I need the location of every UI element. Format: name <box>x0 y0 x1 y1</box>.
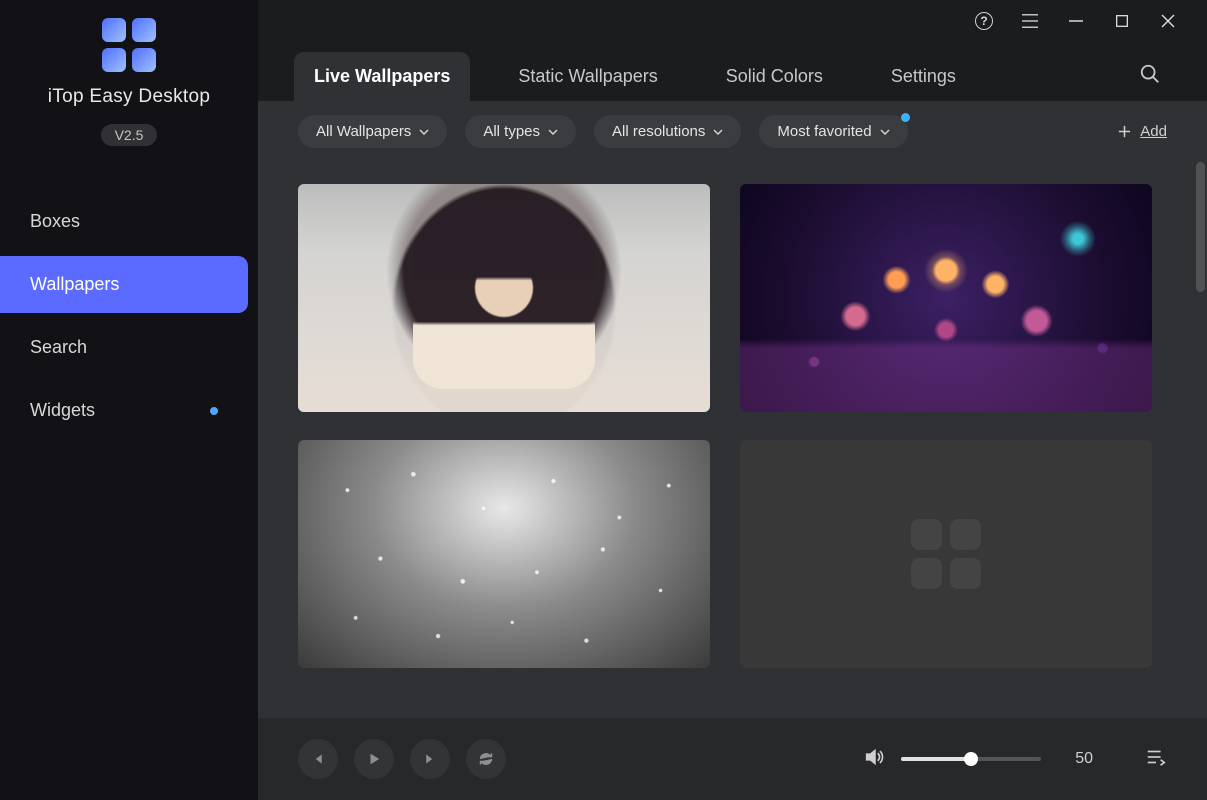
chevron-down-icon <box>880 129 890 135</box>
chevron-down-icon <box>548 129 558 135</box>
version-badge: V2.5 <box>101 124 158 146</box>
wallpaper-gallery <box>298 184 1169 668</box>
next-button[interactable] <box>410 739 450 779</box>
sidebar-item-search[interactable]: Search <box>0 319 248 376</box>
plus-icon <box>1117 124 1132 139</box>
filter-resolution-label: All resolutions <box>612 123 705 140</box>
notification-dot-icon <box>901 113 910 122</box>
app-name: iTop Easy Desktop <box>48 86 210 108</box>
titlebar: ? <box>258 0 1207 42</box>
wallpaper-card-placeholder[interactable] <box>740 440 1152 668</box>
player-bar: 50 <box>258 718 1207 800</box>
add-button[interactable]: Add <box>1117 123 1167 140</box>
sidebar-item-label: Widgets <box>30 400 95 421</box>
tab-settings[interactable]: Settings <box>871 52 976 101</box>
playlist-button[interactable] <box>1109 746 1167 773</box>
sidebar-item-label: Wallpapers <box>30 274 119 295</box>
volume-icon <box>863 746 885 768</box>
wallpaper-card[interactable] <box>298 184 710 412</box>
main-area: ? Live Wallpapers Static Wallpapers Soli… <box>258 0 1207 800</box>
hamburger-icon <box>1021 13 1039 29</box>
wallpaper-card[interactable] <box>298 440 710 668</box>
sidebar-item-wallpapers[interactable]: Wallpapers <box>0 256 248 313</box>
skip-prev-icon <box>312 753 324 765</box>
placeholder-tiles-icon <box>911 519 981 589</box>
sidebar: iTop Easy Desktop V2.5 Boxes Wallpapers … <box>0 0 258 800</box>
volume-slider-fill <box>901 757 971 761</box>
maximize-button[interactable] <box>1113 12 1131 30</box>
content-panel: All Wallpapers All types All resolutions… <box>258 101 1207 800</box>
app-window: iTop Easy Desktop V2.5 Boxes Wallpapers … <box>0 0 1207 800</box>
close-icon <box>1159 12 1177 30</box>
menu-button[interactable] <box>1021 12 1039 30</box>
filter-bar: All Wallpapers All types All resolutions… <box>258 101 1207 154</box>
filter-sort[interactable]: Most favorited <box>759 115 907 148</box>
play-button[interactable] <box>354 739 394 779</box>
search-icon <box>1139 63 1161 85</box>
wallpaper-card[interactable] <box>740 184 1152 412</box>
tab-solid-colors[interactable]: Solid Colors <box>706 52 843 101</box>
tab-bar: Live Wallpapers Static Wallpapers Solid … <box>258 42 1207 101</box>
volume-button[interactable] <box>863 746 885 773</box>
volume-slider[interactable] <box>901 757 1041 761</box>
sidebar-nav: Boxes Wallpapers Search Widgets <box>0 190 258 442</box>
search-button[interactable] <box>1139 63 1171 90</box>
sidebar-item-widgets[interactable]: Widgets <box>0 382 248 439</box>
chevron-down-icon <box>419 129 429 135</box>
filter-category-label: All Wallpapers <box>316 123 411 140</box>
filter-sort-label: Most favorited <box>777 123 871 140</box>
help-button[interactable]: ? <box>975 12 993 30</box>
tab-static-wallpapers[interactable]: Static Wallpapers <box>498 52 677 101</box>
gallery-wrap <box>258 154 1207 718</box>
add-label: Add <box>1140 123 1167 140</box>
close-button[interactable] <box>1159 12 1177 30</box>
app-logo-icon <box>102 18 156 72</box>
play-icon <box>367 752 381 766</box>
sidebar-item-label: Search <box>30 337 87 358</box>
volume-value: 50 <box>1057 750 1093 768</box>
filter-type[interactable]: All types <box>465 115 576 148</box>
help-icon: ? <box>975 12 993 30</box>
sidebar-item-boxes[interactable]: Boxes <box>0 193 248 250</box>
minimize-button[interactable] <box>1067 12 1085 30</box>
volume-slider-thumb[interactable] <box>964 752 978 766</box>
maximize-icon <box>1114 13 1130 29</box>
scrollbar-thumb[interactable] <box>1196 162 1205 292</box>
notification-dot-icon <box>210 407 218 415</box>
filter-type-label: All types <box>483 123 540 140</box>
loop-button[interactable] <box>466 739 506 779</box>
loop-icon <box>478 751 494 767</box>
playlist-icon <box>1145 746 1167 768</box>
sidebar-item-label: Boxes <box>30 211 80 232</box>
skip-next-icon <box>424 753 436 765</box>
filter-resolution[interactable]: All resolutions <box>594 115 741 148</box>
minimize-icon <box>1067 12 1085 30</box>
logo-block: iTop Easy Desktop V2.5 <box>0 18 258 146</box>
chevron-down-icon <box>713 129 723 135</box>
filter-category[interactable]: All Wallpapers <box>298 115 447 148</box>
prev-button[interactable] <box>298 739 338 779</box>
tab-live-wallpapers[interactable]: Live Wallpapers <box>294 52 470 101</box>
